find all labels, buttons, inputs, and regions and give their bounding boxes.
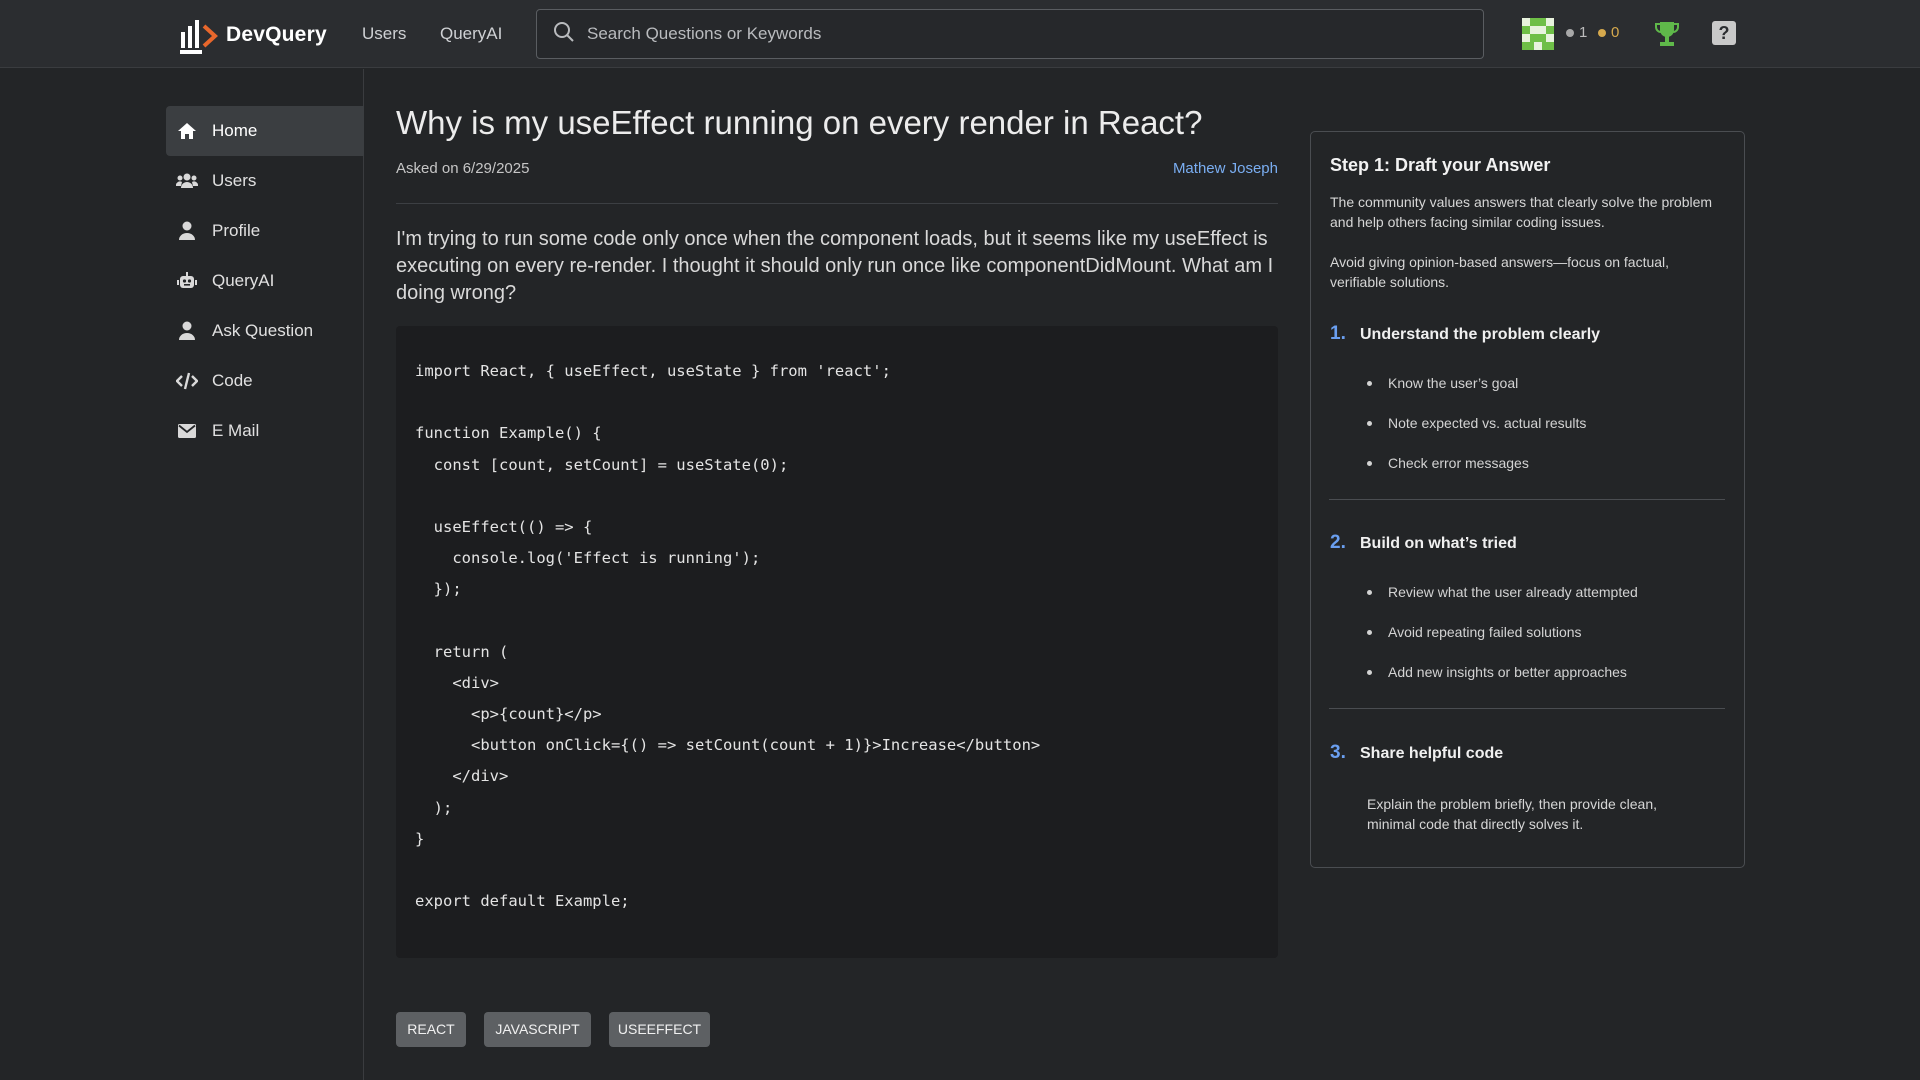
code-line: <p>{count}</p> — [415, 705, 602, 724]
guide-intro: Avoid giving opinion-based answers—focus… — [1330, 254, 1670, 290]
step-bullet: Note expected vs. actual results — [1367, 415, 1586, 431]
silver-badge-count: 1 — [1566, 24, 1587, 41]
step-bullet: Avoid repeating failed solutions — [1367, 624, 1582, 640]
answer-guide-panel: Step 1: Draft your Answer The community … — [1310, 131, 1745, 868]
code-line: <button onClick={() => setCount(count + … — [415, 736, 1041, 755]
search-bar[interactable] — [536, 9, 1484, 59]
help-icon[interactable]: ? — [1712, 21, 1736, 45]
bullet-dot — [1367, 589, 1372, 595]
user-icon — [176, 321, 198, 341]
code-line: ); — [415, 798, 453, 817]
bullet-text: Know the user’s goal — [1388, 375, 1519, 391]
step-number: 3. — [1330, 742, 1346, 763]
question-body: I'm trying to run some code only once wh… — [396, 228, 1274, 304]
code-block: import React, { useEffect, useState } fr… — [396, 326, 1278, 958]
sidebar-item-profile[interactable]: Profile — [166, 206, 364, 256]
sidebar-item-label: E Mail — [212, 421, 260, 440]
logo-bars-icon — [178, 14, 224, 56]
step-bullet: Add new insights or better approaches — [1367, 664, 1627, 680]
sidebar-item-label: Code — [212, 371, 253, 390]
step-bullet: Review what the user already attempted — [1367, 584, 1638, 600]
sidebar-item-code[interactable]: Code — [166, 356, 364, 406]
divider — [1329, 499, 1725, 500]
step-text: Explain the problem briefly, then provid… — [1367, 796, 1658, 832]
tag-react[interactable]: REACT — [396, 1012, 466, 1047]
step-bullet: Check error messages — [1367, 455, 1529, 471]
silver-badge-icon — [1566, 28, 1574, 37]
code-icon — [176, 371, 198, 391]
gold-badge-icon — [1598, 28, 1606, 37]
trophy-icon[interactable] — [1654, 20, 1680, 48]
search-input[interactable] — [587, 24, 1467, 44]
code-line: console.log('Effect is running'); — [415, 549, 761, 568]
asked-date: Asked on 6/29/2025 — [396, 160, 530, 177]
code-line: useEffect(() => { — [415, 517, 593, 536]
step-title: Share helpful code — [1360, 745, 1504, 762]
gold-badge-count: 0 — [1598, 24, 1619, 41]
step-title: Build on what’s tried — [1360, 535, 1517, 552]
code-line: export default Example; — [415, 892, 630, 911]
sidebar-item-ask-question[interactable]: Ask Question — [166, 306, 364, 356]
bullet-dot — [1367, 460, 1372, 466]
step-bullet: Know the user’s goal — [1367, 375, 1518, 391]
tag-javascript[interactable]: JAVASCRIPT — [484, 1012, 591, 1047]
code-line: function Example() { — [415, 424, 602, 443]
code-line: </div> — [415, 767, 509, 786]
step-number: 2. — [1330, 532, 1346, 553]
guide-intro: The community values answers that clearl… — [1330, 194, 1713, 230]
sidebar-item-home[interactable]: Home — [166, 106, 364, 156]
code-line: const [count, setCount] = useState(0); — [415, 455, 789, 474]
mail-icon — [176, 421, 198, 441]
bullet-dot — [1367, 420, 1372, 426]
guide-heading: Step 1: Draft your Answer — [1330, 155, 1551, 175]
sidebar-item-label: Ask Question — [212, 321, 314, 340]
silver-count: 1 — [1579, 24, 1588, 41]
sidebar-item-users[interactable]: Users — [166, 156, 364, 206]
nav-users[interactable]: Users — [362, 0, 406, 68]
nav-queryai[interactable]: QueryAI — [440, 0, 502, 68]
divider — [396, 203, 1278, 204]
bullet-dot — [1367, 669, 1372, 675]
search-icon — [553, 21, 575, 48]
sidebar-item-queryai[interactable]: QueryAI — [166, 256, 364, 306]
gold-count: 0 — [1611, 24, 1620, 41]
home-icon — [176, 121, 198, 141]
author-link[interactable]: Mathew Joseph — [1100, 160, 1278, 177]
bullet-dot — [1367, 380, 1372, 386]
bullet-text: Add new insights or better approaches — [1388, 664, 1627, 680]
avatar[interactable] — [1522, 18, 1554, 50]
profile-icon — [176, 221, 198, 241]
logo[interactable]: DevQuery — [178, 14, 327, 56]
step-title: Understand the problem clearly — [1360, 326, 1601, 343]
sidebar-item-label: Users — [212, 171, 257, 190]
bullet-text: Avoid repeating failed solutions — [1388, 624, 1582, 640]
code-line: import React, { useEffect, useState } fr… — [415, 362, 891, 380]
step-number: 1. — [1330, 323, 1346, 344]
code-line: } — [415, 829, 425, 848]
sidebar-item-label: Home — [212, 121, 258, 140]
code-line: }); — [415, 580, 462, 599]
bullet-text: Review what the user already attempted — [1388, 584, 1638, 600]
sidebar: Home Users Profile QueryAI Ask Question … — [0, 69, 364, 1080]
logo-text: DevQuery — [226, 23, 327, 46]
top-bar: DevQuery Users QueryAI 1 0 — [0, 0, 1920, 68]
bullet-text: Check error messages — [1388, 455, 1529, 471]
code-line: <div> — [415, 673, 499, 692]
sidebar-item-email[interactable]: E Mail — [166, 406, 364, 456]
robot-icon — [176, 271, 198, 291]
users-icon — [176, 171, 198, 191]
bullet-dot — [1367, 629, 1372, 635]
question-title: Why is my useEffect running on every ren… — [396, 104, 1203, 141]
sidebar-item-label: QueryAI — [212, 271, 275, 290]
bullet-text: Note expected vs. actual results — [1388, 415, 1587, 431]
divider — [1329, 708, 1725, 709]
tag-useeffect[interactable]: USEEFFECT — [609, 1012, 710, 1047]
code-line: return ( — [415, 642, 509, 661]
sidebar-item-label: Profile — [212, 221, 261, 240]
